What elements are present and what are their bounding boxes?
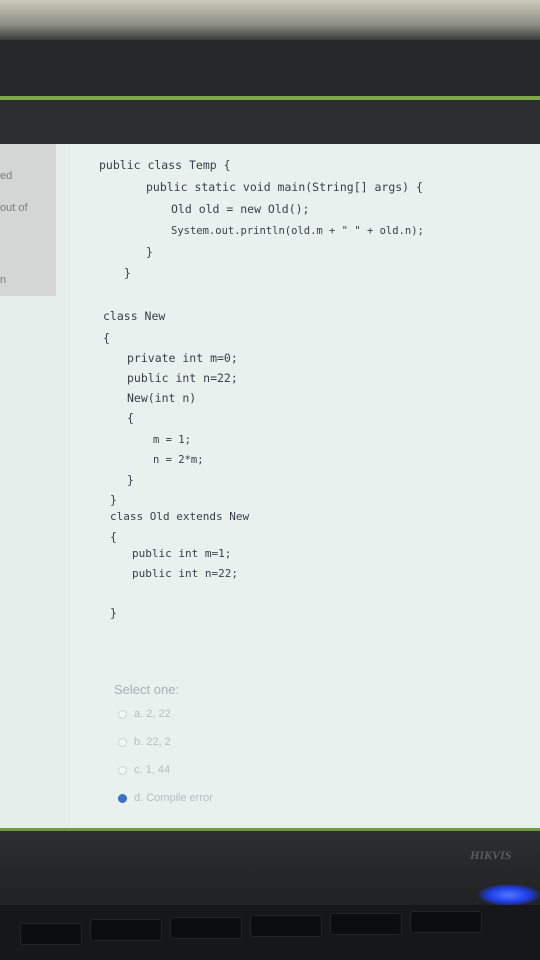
quiz-screen: ed out of n xyxy=(0,144,540,828)
code-line: m = 1; xyxy=(153,434,191,446)
keyboard xyxy=(0,905,540,960)
code-line: System.out.println(old.m + " " + old.n); xyxy=(171,225,424,237)
info-flag-text: n xyxy=(0,274,7,286)
code-line: private int m=0; xyxy=(127,351,238,365)
radio-button-selected[interactable] xyxy=(118,793,127,803)
code-line: } xyxy=(146,245,153,259)
keyboard-key xyxy=(90,919,162,941)
select-one-label: Select one: xyxy=(114,682,180,697)
code-line: public class Temp { xyxy=(99,158,231,172)
option-label: b. 22, 2 xyxy=(134,736,171,748)
code-line: { xyxy=(127,411,134,425)
monitor-brand-logo: HIKVIS xyxy=(470,848,512,862)
code-line: public int n=22; xyxy=(127,371,238,385)
question-info-panel: ed out of n xyxy=(0,144,56,296)
keyboard-key xyxy=(250,915,322,937)
code-line: } xyxy=(110,493,117,507)
option-label: c. 1, 44 xyxy=(134,764,171,776)
info-marks-text: out of xyxy=(0,202,28,214)
option-label: d. Compile error xyxy=(134,792,213,804)
radio-button[interactable] xyxy=(118,709,127,719)
code-line: n = 2*m; xyxy=(153,454,204,466)
code-line: } xyxy=(110,606,117,620)
info-status-text: ed xyxy=(0,170,13,182)
monitor-top-bezel xyxy=(0,40,540,98)
radio-button[interactable] xyxy=(118,737,127,747)
question-content xyxy=(70,144,540,828)
footer-accent-line xyxy=(0,828,540,831)
keyboard-key xyxy=(170,917,242,939)
radio-button[interactable] xyxy=(118,765,127,775)
code-line: { xyxy=(110,530,117,544)
header-bar xyxy=(0,100,540,144)
code-line: { xyxy=(103,331,110,345)
code-line: class New xyxy=(103,309,166,323)
code-line: } xyxy=(124,266,131,280)
code-line: public static void main(String[] args) { xyxy=(146,180,423,194)
code-line: New(int n) xyxy=(127,391,197,405)
keyboard-key xyxy=(410,911,482,933)
code-line: } xyxy=(127,473,134,487)
code-line: public int n=22; xyxy=(132,567,238,580)
answer-option-d[interactable]: d. Compile error xyxy=(118,790,213,806)
option-label: a. 2, 22 xyxy=(134,708,171,720)
answer-option-b[interactable]: b. 22, 2 xyxy=(118,734,171,750)
keyboard-key xyxy=(330,913,402,935)
background-wall xyxy=(0,0,540,40)
power-led-icon xyxy=(478,884,540,906)
code-line: public int m=1; xyxy=(132,547,232,560)
code-line: class Old extends New xyxy=(110,510,250,523)
code-line: Old old = new Old(); xyxy=(171,202,310,216)
answer-option-a[interactable]: a. 2, 22 xyxy=(118,706,171,722)
answer-option-c[interactable]: c. 1, 44 xyxy=(118,762,170,778)
keyboard-key xyxy=(20,923,82,945)
